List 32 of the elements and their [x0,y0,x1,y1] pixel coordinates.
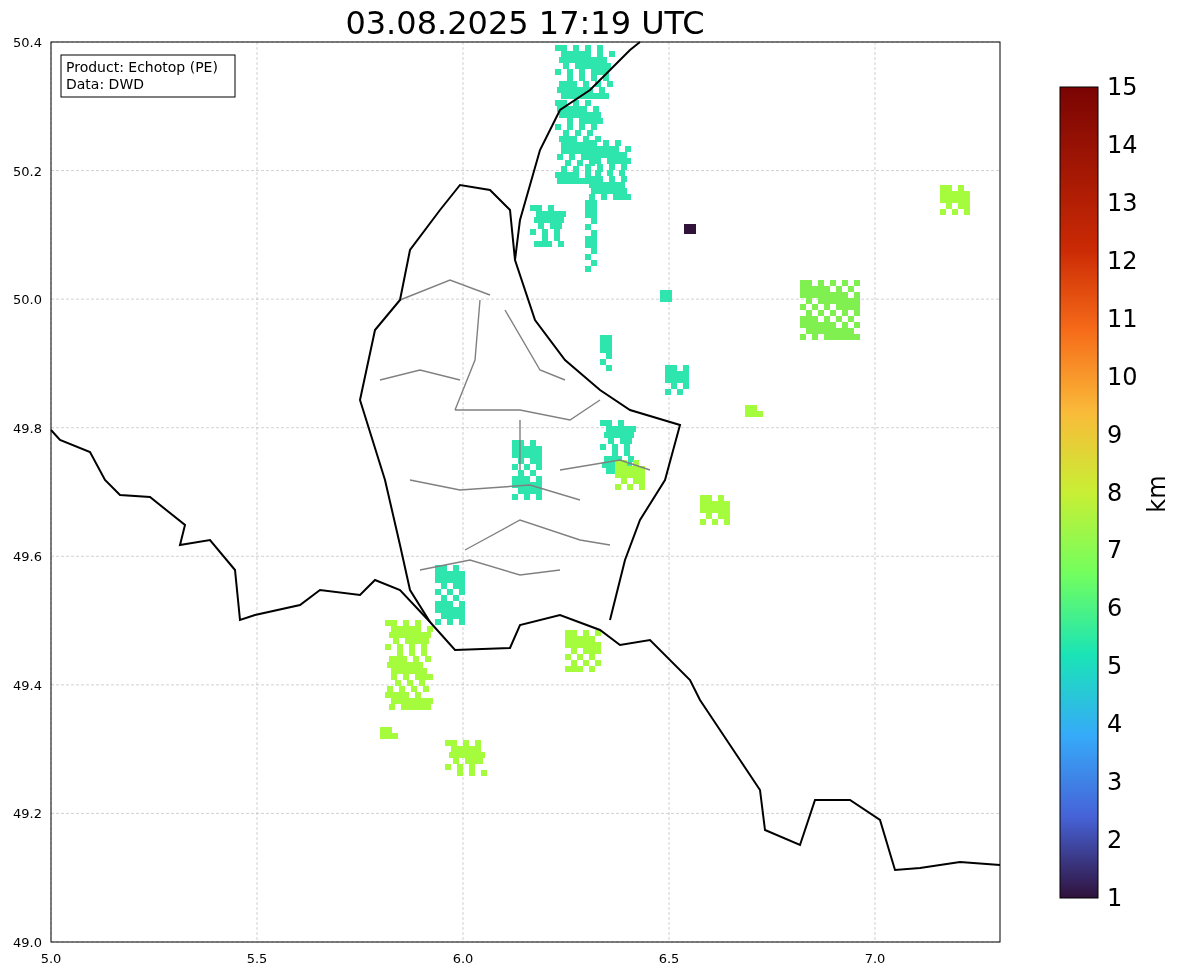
y-tick-label: 49.2 [13,806,42,822]
colorbar-tick-label: 2 [1107,826,1123,855]
colorbar-tick-label: 8 [1107,478,1123,507]
y-tick-label: 50.0 [13,292,42,308]
colorbar-tick-label: 11 [1107,304,1138,333]
colorbar-tick-label: 12 [1107,246,1138,275]
x-tick-label: 6.5 [658,951,680,966]
colorbar-tick-label: 1 [1107,884,1123,912]
colorbar-tick-label: 10 [1107,362,1138,391]
info-text: Data: DWD [66,76,144,92]
colorbar-tick-label: 7 [1107,536,1123,565]
y-tick-label: 49.4 [13,677,42,693]
info-text: Product: Echotop (PE) [66,59,218,75]
y-tick-label: 49.0 [13,935,42,950]
x-tick-label: 7.0 [864,951,886,966]
y-tick-label: 49.8 [13,420,42,436]
colorbar-tick-label: 9 [1107,420,1123,449]
chart-title: 03.08.2025 17:19 UTC [345,4,705,42]
colorbar-tick-label: 6 [1107,594,1123,623]
colorbar-tick-label: 15 [1107,73,1138,101]
colorbar-tick-label: 5 [1107,652,1123,681]
x-tick-label: 5.5 [246,951,268,966]
y-tick-label: 49.6 [13,549,42,565]
colorbar-tick-label: 14 [1107,130,1138,159]
colorbar-tick-label: 4 [1107,710,1123,739]
y-tick-label: 50.4 [13,35,42,50]
colorbar-tick-label: 13 [1107,188,1138,217]
x-tick-label: 5.0 [40,951,62,966]
colorbar-tick-label: 3 [1107,768,1123,797]
colorbar-label: km [1143,475,1171,513]
y-tick-label: 50.2 [13,163,42,179]
x-tick-label: 6.0 [452,951,474,966]
